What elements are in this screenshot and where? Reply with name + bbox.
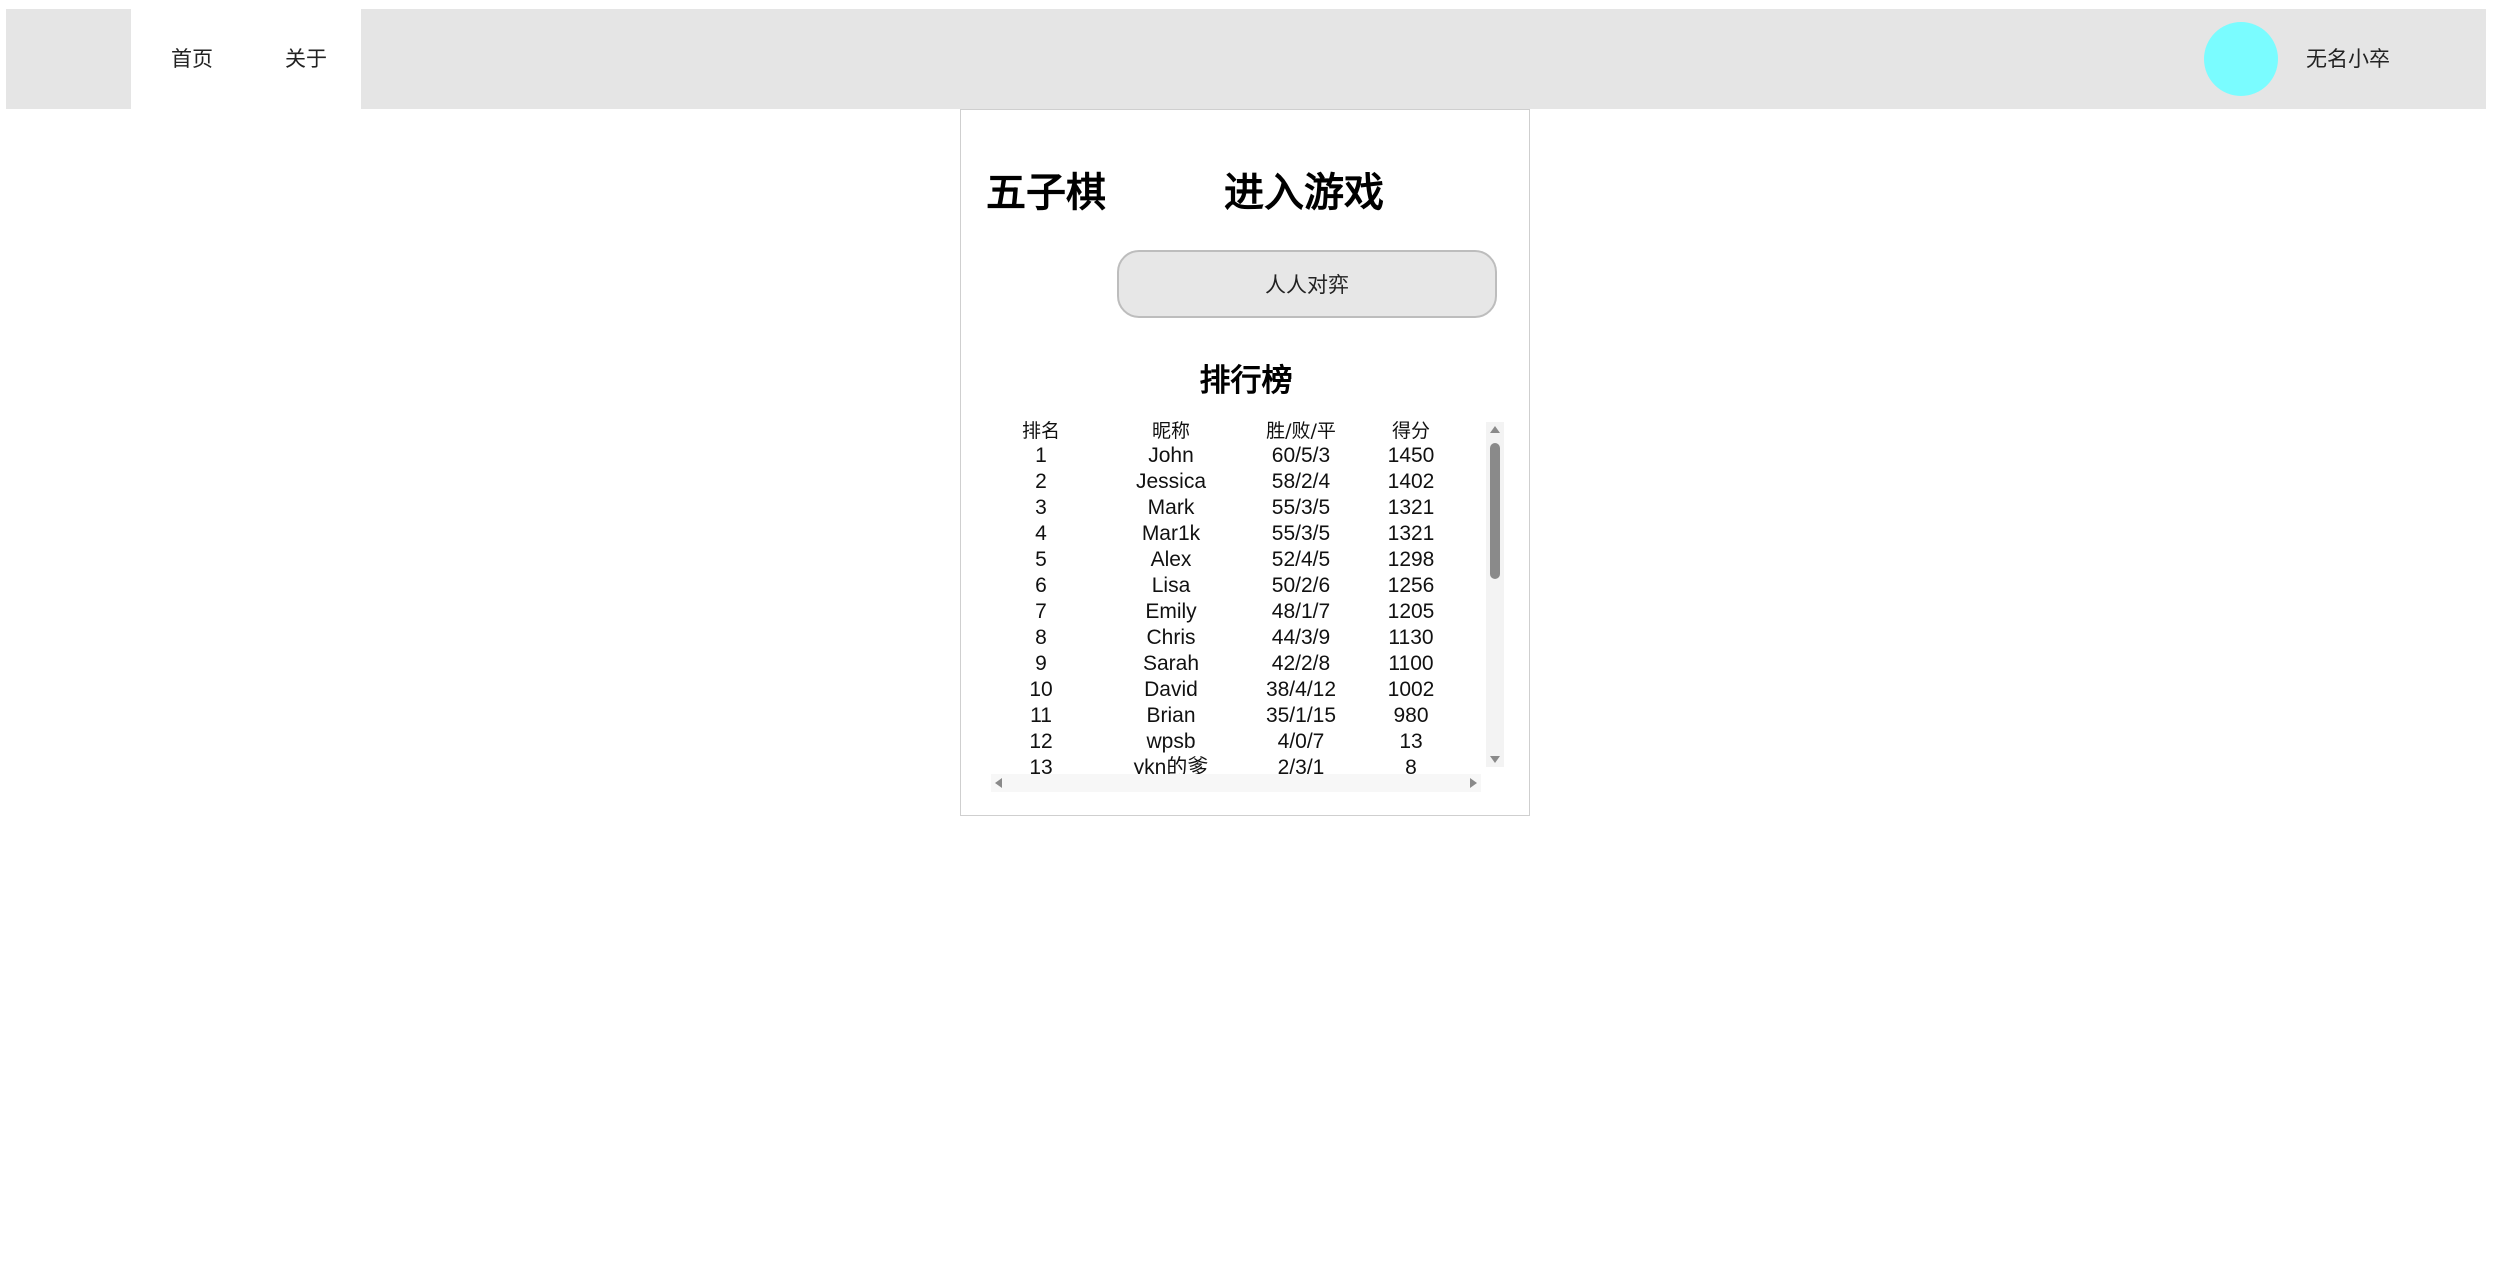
- leaderboard-table-container[interactable]: 排名 昵称 胜/败/平 得分 1 John 60/5/3 1450 2 Jess…: [986, 416, 1466, 774]
- cell-nickname: ykn的爹: [1133, 756, 1209, 774]
- cell-rank: 2: [1035, 470, 1047, 493]
- header-nickname: 昵称: [1151, 420, 1190, 442]
- cell-rank: 13: [1029, 756, 1053, 774]
- table-row: 5 Alex 52/4/5 1298: [986, 547, 1466, 573]
- cell-nickname: Lisa: [1151, 574, 1191, 597]
- cell-win-loss-draw: 44/3/9: [1271, 626, 1331, 649]
- cell-win-loss-draw: 50/2/6: [1271, 574, 1331, 597]
- header-rank: 排名: [1021, 420, 1060, 442]
- table-row: 6 Lisa 50/2/6 1256: [986, 573, 1466, 599]
- game-card: 五子棋 进入游戏 人人对弈 排行榜 排名 昵称 胜/败/平 得分 1 John …: [960, 109, 1530, 816]
- cell-win-loss-draw: 55/3/5: [1271, 522, 1331, 545]
- table-row: 12 wpsb 4/0/7 13: [986, 729, 1466, 755]
- table-row: 2 Jessica 58/2/4 1402: [986, 469, 1466, 495]
- leaderboard-title: 排行榜: [1199, 363, 1293, 399]
- username[interactable]: 无名小卒: [2306, 9, 2390, 109]
- table-row: 4 Mar1k 55/3/5 1321: [986, 521, 1466, 547]
- cell-rank: 11: [1030, 704, 1052, 727]
- cell-win-loss-draw: 55/3/5: [1271, 496, 1331, 519]
- scroll-left-arrow-icon[interactable]: [995, 778, 1002, 788]
- cell-score: 1321: [1387, 522, 1435, 545]
- nav-links: 首页 关于: [131, 9, 361, 109]
- table-row: 11 Brian 35/1/15 980: [986, 703, 1466, 729]
- cell-nickname: Sarah: [1142, 652, 1200, 675]
- table-row: 1 John 60/5/3 1450: [986, 443, 1466, 469]
- cell-win-loss-draw: 58/2/4: [1271, 470, 1331, 493]
- cell-score: 1298: [1387, 548, 1435, 571]
- table-row: 8 Chris 44/3/9 1130: [986, 625, 1466, 651]
- cell-nickname: Chris: [1146, 626, 1196, 649]
- cell-rank: 3: [1035, 496, 1047, 519]
- cell-rank: 4: [1035, 522, 1047, 545]
- cell-rank: 9: [1035, 652, 1047, 675]
- scroll-down-arrow-icon[interactable]: [1490, 756, 1500, 763]
- cell-rank: 7: [1035, 600, 1047, 623]
- cell-score: 8: [1405, 756, 1417, 774]
- cell-rank: 8: [1035, 626, 1047, 649]
- cell-win-loss-draw: 42/2/8: [1271, 652, 1331, 675]
- vertical-scrollbar[interactable]: [1486, 422, 1504, 767]
- table-row: 3 Mark 55/3/5 1321: [986, 495, 1466, 521]
- cell-score: 980: [1393, 704, 1429, 727]
- leaderboard-body: 1 John 60/5/3 1450 2 Jessica 58/2/4 1402…: [986, 443, 1466, 774]
- cell-rank: 6: [1035, 574, 1047, 597]
- table-row: 13 ykn的爹 2/3/1 8: [986, 755, 1466, 774]
- cell-rank: 1: [1035, 444, 1047, 467]
- nav-home-link[interactable]: 首页: [171, 9, 213, 109]
- top-navbar: 首页 关于 无名小卒: [6, 9, 2486, 109]
- cell-nickname: Alex: [1150, 548, 1192, 571]
- cell-nickname: Brian: [1146, 704, 1196, 727]
- header-win-loss-draw: 胜/败/平: [1266, 420, 1336, 442]
- enter-game-heading: 进入游戏: [1224, 170, 1384, 216]
- cell-score: 1205: [1387, 600, 1435, 623]
- game-title: 五子棋: [986, 170, 1106, 216]
- cell-score: 1100: [1388, 652, 1434, 675]
- cell-win-loss-draw: 52/4/5: [1271, 548, 1331, 571]
- horizontal-scrollbar[interactable]: [991, 774, 1481, 792]
- table-row: 9 Sarah 42/2/8 1100: [986, 651, 1466, 677]
- cell-win-loss-draw: 60/5/3: [1271, 444, 1331, 467]
- cell-rank: 10: [1029, 678, 1053, 701]
- table-row: 10 David 38/4/12 1002: [986, 677, 1466, 703]
- table-header-row: 排名 昵称 胜/败/平 得分: [986, 416, 1466, 443]
- cell-nickname: David: [1144, 678, 1198, 701]
- cell-rank: 12: [1029, 730, 1053, 753]
- cell-win-loss-draw: 4/0/7: [1277, 730, 1325, 753]
- cell-score: 1256: [1387, 574, 1435, 597]
- cell-nickname: Mark: [1147, 496, 1195, 519]
- scroll-right-arrow-icon[interactable]: [1470, 778, 1477, 788]
- scroll-up-arrow-icon[interactable]: [1490, 426, 1500, 433]
- cell-nickname: Emily: [1145, 600, 1197, 623]
- cell-win-loss-draw: 38/4/12: [1265, 678, 1337, 701]
- avatar[interactable]: [2204, 22, 2278, 96]
- cell-nickname: John: [1148, 444, 1194, 467]
- cell-win-loss-draw: 48/1/7: [1271, 600, 1331, 623]
- cell-score: 13: [1399, 730, 1423, 753]
- pvp-button[interactable]: 人人对弈: [1117, 250, 1497, 318]
- cell-win-loss-draw: 2/3/1: [1277, 756, 1325, 774]
- scrollbar-thumb[interactable]: [1490, 443, 1500, 579]
- cell-score: 1402: [1387, 470, 1435, 493]
- cell-score: 1450: [1387, 444, 1435, 467]
- cell-nickname: Jessica: [1135, 470, 1207, 493]
- nav-about-link[interactable]: 关于: [285, 9, 327, 109]
- cell-win-loss-draw: 35/1/15: [1265, 704, 1337, 727]
- cell-score: 1321: [1387, 496, 1435, 519]
- leaderboard-table: 排名 昵称 胜/败/平 得分 1 John 60/5/3 1450 2 Jess…: [986, 416, 1466, 774]
- cell-rank: 5: [1035, 548, 1047, 571]
- cell-score: 1002: [1387, 678, 1435, 701]
- cell-nickname: Mar1k: [1141, 522, 1201, 545]
- cell-score: 1130: [1388, 626, 1434, 649]
- table-row: 7 Emily 48/1/7 1205: [986, 599, 1466, 625]
- header-score: 得分: [1391, 420, 1430, 442]
- cell-nickname: wpsb: [1146, 730, 1196, 753]
